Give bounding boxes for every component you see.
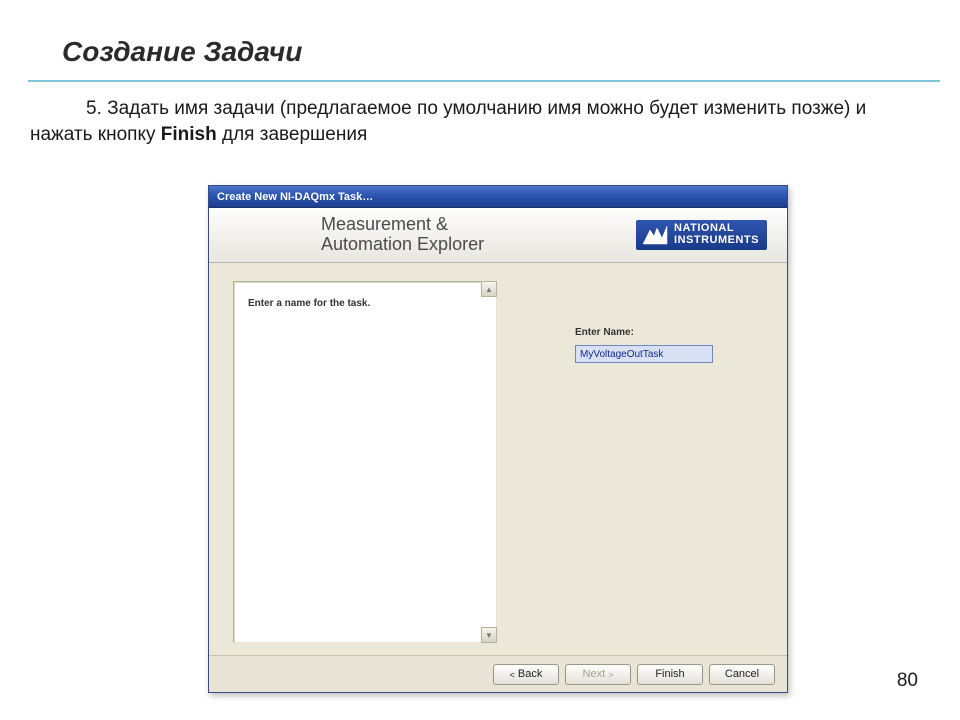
next-button-label: Next [583,668,606,680]
chevron-up-icon: ▲ [485,285,493,294]
instruction-panel: Enter a name for the task. ▲ ▼ [233,281,497,643]
step-prefix: 5. [86,98,107,119]
banner-app-title: Measurement & Automation Explorer [321,215,484,255]
step-part1: Задать имя задачи (предлагаемое по умолч… [30,98,866,145]
finish-button-label: Finish [655,668,684,680]
dialog-footer: < Back Next > Finish Cancel [209,655,787,692]
next-button[interactable]: Next > [565,664,631,685]
instruction-text: Enter a name for the task. [234,282,496,309]
finish-button[interactable]: Finish [637,664,703,685]
scroll-down-button[interactable]: ▼ [481,627,497,643]
step-part2: для завершения [217,124,368,145]
banner-line2: Automation Explorer [321,235,484,255]
eagle-icon [642,224,668,246]
back-button[interactable]: < Back [493,664,559,685]
dialog-banner: Measurement & Automation Explorer NATION… [209,208,787,263]
banner-line1: Measurement & [321,215,484,235]
dialog-content: Enter a name for the task. ▲ ▼ Enter Nam… [209,263,787,655]
ni-logo: NATIONAL INSTRUMENTS [636,220,767,249]
logo-text-bottom: INSTRUMENTS [674,235,759,247]
slide-title: Создание Задачи [0,0,960,68]
dialog-title-text: Create New NI-DAQmx Task… [217,191,373,203]
dialog-window: Create New NI-DAQmx Task… Measurement & … [208,185,788,693]
page-number: 80 [897,670,918,692]
dialog-titlebar: Create New NI-DAQmx Task… [209,186,787,208]
step-bold: Finish [161,124,217,145]
cancel-button[interactable]: Cancel [709,664,775,685]
chevron-right-icon: > [608,670,613,680]
chevron-down-icon: ▼ [485,631,493,640]
enter-name-label: Enter Name: [575,327,634,338]
step-text: 5. Задать имя задачи (предлагаемое по ум… [0,82,960,147]
task-name-input[interactable] [575,345,713,363]
cancel-button-label: Cancel [725,668,759,680]
back-button-label: Back [518,668,542,680]
chevron-left-icon: < [510,670,515,680]
scroll-up-button[interactable]: ▲ [481,281,497,297]
